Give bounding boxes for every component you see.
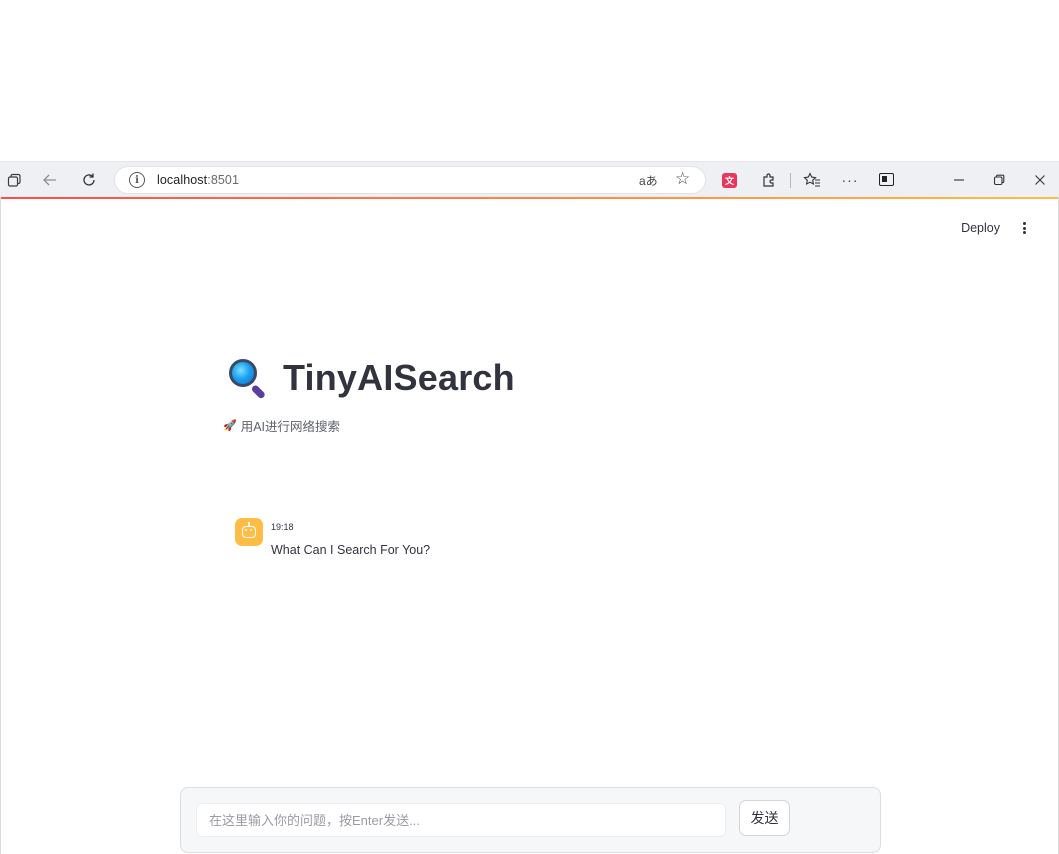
app-viewport: Deploy TinyAISearch 🚀 用AI进行网络搜索 19:18 Wh…: [0, 197, 1059, 854]
restore-icon[interactable]: [987, 168, 1011, 192]
toolbar-divider: [790, 173, 791, 188]
page-title: TinyAISearch: [283, 357, 515, 398]
chat-input[interactable]: [196, 803, 726, 837]
page-subtitle-row: 🚀 用AI进行网络搜索: [223, 416, 340, 435]
assistant-avatar: [235, 518, 263, 546]
magnifier-icon: [227, 357, 269, 400]
sidebar-toggle-icon[interactable]: [879, 173, 894, 186]
url-text[interactable]: localhost:8501: [157, 173, 239, 187]
browser-toolbar: i localhost:8501 aあ ☆ 文 ···: [0, 161, 1059, 197]
more-icon[interactable]: ···: [838, 168, 862, 192]
close-icon[interactable]: [1028, 168, 1052, 192]
tab-actions-icon[interactable]: [2, 168, 26, 192]
favorites-icon[interactable]: [800, 168, 824, 192]
bot-icon: [242, 522, 256, 538]
translate-extension-icon[interactable]: 文: [722, 173, 737, 188]
minimize-icon[interactable]: [947, 168, 971, 192]
back-arrow-icon[interactable]: [38, 168, 62, 192]
read-aloud-button[interactable]: aあ: [639, 172, 658, 189]
chat-input-panel: 发送: [180, 787, 881, 853]
message-text: What Can I Search For You?: [271, 543, 431, 557]
address-bar[interactable]: i localhost:8501 aあ ☆: [114, 166, 706, 194]
app-decoration-bar: [1, 197, 1058, 199]
main-menu-icon[interactable]: [1019, 220, 1029, 236]
send-button[interactable]: 发送: [739, 800, 790, 836]
site-info-icon[interactable]: i: [129, 172, 145, 188]
rocket-icon: 🚀: [223, 420, 237, 432]
message-timestamp: 19:18: [271, 522, 294, 532]
puzzle-icon[interactable]: [757, 168, 781, 192]
star-icon[interactable]: ☆: [675, 169, 690, 189]
deploy-button[interactable]: Deploy: [961, 221, 1000, 235]
desktop-blank-area: [0, 0, 1059, 161]
page-title-row: TinyAISearch: [227, 357, 515, 400]
refresh-icon[interactable]: [77, 168, 101, 192]
page-subtitle: 用AI进行网络搜索: [240, 420, 341, 434]
